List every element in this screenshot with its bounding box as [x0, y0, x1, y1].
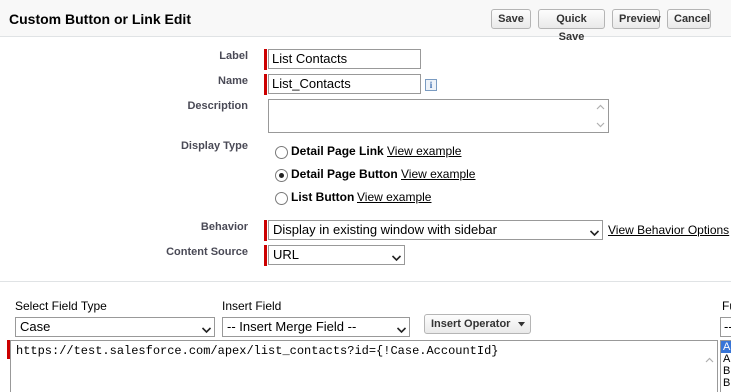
content-source-caption: Content Source	[166, 246, 248, 258]
description-field-caption: Description	[187, 100, 248, 112]
insert-operator-button[interactable]: Insert Operator	[424, 314, 531, 334]
radio-label-list-button: List Button	[291, 190, 355, 204]
behavior-select[interactable]: Display in existing window with sidebar	[268, 220, 603, 240]
insert-field-select-value: -- Insert Merge Field --	[227, 319, 357, 334]
list-item[interactable]: B	[721, 377, 731, 389]
save-button[interactable]: Save	[491, 9, 531, 29]
chevron-down-icon	[201, 323, 212, 334]
radio-detail-page-button[interactable]	[275, 169, 288, 182]
insert-field-select[interactable]: -- Insert Merge Field --	[222, 317, 410, 337]
behavior-caption: Behavior	[200, 221, 248, 233]
preview-button[interactable]: Preview	[612, 9, 661, 29]
content-source-select[interactable]: URL	[268, 245, 405, 265]
view-behavior-options-link[interactable]: View Behavior Options	[608, 223, 731, 237]
behavior-select-value: Display in existing window with sidebar	[273, 222, 497, 237]
required-indicator	[264, 220, 267, 241]
functions-list[interactable]: A A B B	[720, 340, 731, 392]
field-type-select[interactable]: Case	[15, 317, 215, 337]
functions-caption: Fu	[722, 299, 731, 313]
view-example-link[interactable]: View example	[357, 190, 431, 204]
radio-label-detail-page-button: Detail Page Button	[291, 167, 398, 181]
chevron-down-icon	[589, 226, 600, 237]
page-header: Custom Button or Link Edit Save Quick Sa…	[0, 0, 731, 43]
list-item[interactable]: B	[721, 365, 731, 377]
functions-select[interactable]: --	[720, 317, 731, 337]
required-indicator	[264, 74, 267, 95]
section-divider	[0, 281, 731, 282]
cancel-button[interactable]: Cancel	[667, 9, 711, 29]
view-example-link[interactable]: View example	[387, 144, 461, 158]
select-field-type-caption: Select Field Type	[15, 299, 107, 313]
info-icon[interactable]: i	[425, 79, 437, 91]
radio-detail-page-link[interactable]	[275, 146, 288, 159]
scroll-up-icon[interactable]	[596, 103, 605, 112]
insert-field-caption: Insert Field	[222, 299, 282, 313]
functions-select-value: --	[724, 319, 731, 334]
name-field-caption: Name	[218, 75, 248, 87]
chevron-down-icon	[391, 251, 402, 262]
scroll-down-icon[interactable]	[596, 120, 605, 129]
required-indicator	[264, 245, 267, 266]
page-title: Custom Button or Link Edit	[9, 11, 191, 27]
quick-save-button[interactable]: Quick Save	[538, 9, 605, 43]
view-example-link[interactable]: View example	[401, 167, 475, 181]
label-input[interactable]: List Contacts	[268, 49, 421, 69]
scroll-up-icon[interactable]	[705, 356, 714, 365]
list-item[interactable]: A	[721, 353, 731, 365]
content-source-select-value: URL	[273, 247, 300, 262]
label-field-caption: Label	[219, 50, 248, 62]
display-type-caption: Display Type	[180, 140, 248, 152]
field-type-select-value: Case	[20, 319, 51, 334]
formula-text: https://test.salesforce.com/apex/list_co…	[16, 344, 499, 358]
chevron-down-icon	[396, 323, 407, 334]
description-textarea[interactable]	[268, 99, 609, 133]
insert-operator-label: Insert Operator	[431, 318, 511, 330]
radio-list-button[interactable]	[275, 192, 288, 205]
required-indicator	[264, 49, 267, 70]
list-item[interactable]: A	[721, 341, 731, 353]
name-input[interactable]: List_Contacts	[268, 74, 421, 94]
caret-down-icon	[517, 315, 525, 333]
formula-textarea[interactable]: https://test.salesforce.com/apex/list_co…	[10, 340, 718, 392]
radio-label-detail-page-link: Detail Page Link	[291, 144, 384, 158]
